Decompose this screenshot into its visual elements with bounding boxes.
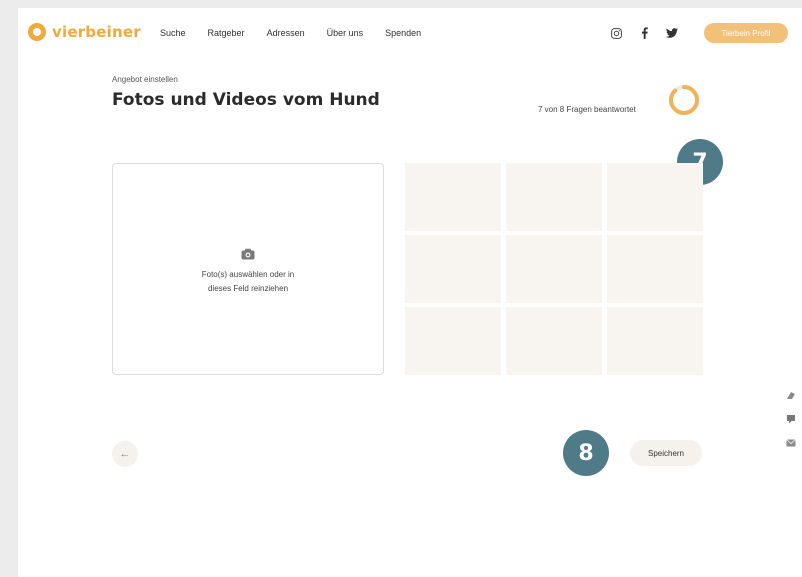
twitter-icon[interactable]	[664, 26, 680, 40]
feedback-icon	[787, 415, 795, 424]
side-tab-feedback[interactable]	[780, 408, 802, 430]
breadcrumb: Angebot einstellen	[112, 75, 178, 84]
photo-slot	[607, 235, 703, 303]
side-tab-mail[interactable]	[780, 432, 802, 454]
logo[interactable]: vierbeiner	[28, 23, 141, 41]
facebook-icon[interactable]	[636, 26, 652, 40]
photo-slot	[506, 163, 602, 231]
paw-logo-icon	[28, 23, 46, 41]
back-button[interactable]: ←	[112, 441, 138, 467]
photo-slot	[405, 163, 501, 231]
photo-slot	[405, 307, 501, 375]
nav-item-suche[interactable]: Suche	[160, 28, 186, 38]
nav-item-adressen[interactable]: Adressen	[267, 28, 305, 38]
page-title: Fotos und Videos vom Hund	[112, 90, 380, 110]
photo-slot	[607, 163, 703, 231]
photo-preview-grid	[405, 163, 703, 375]
save-button[interactable]: Speichern	[630, 440, 702, 466]
photo-slot	[506, 307, 602, 375]
main-nav: Suche Ratgeber Adressen Über uns Spenden	[160, 28, 443, 38]
side-tab-paw[interactable]	[780, 384, 802, 406]
instagram-icon[interactable]	[608, 26, 624, 40]
progress-text: 7 von 8 Fragen beantwortet	[538, 105, 636, 114]
upload-hint-line-1: Foto(s) auswählen oder in	[201, 270, 295, 279]
photo-slot	[405, 235, 501, 303]
upload-hint: Foto(s) auswählen oder in dieses Feld re…	[173, 268, 323, 296]
annotation-marker-8: 8	[563, 430, 609, 476]
profile-button[interactable]: Tierbein Profil	[704, 23, 788, 43]
progress-ring	[669, 85, 699, 115]
nav-item-ueber-uns[interactable]: Über uns	[327, 28, 364, 38]
site-header: vierbeiner Suche Ratgeber Adressen Über …	[18, 8, 802, 58]
paw-icon	[787, 392, 795, 399]
photo-upload-dropzone[interactable]: Foto(s) auswählen oder in dieses Feld re…	[112, 163, 384, 375]
nav-item-spenden[interactable]: Spenden	[385, 28, 421, 38]
upload-hint-line-2: dieses Feld reinziehen	[207, 284, 289, 293]
social-links	[608, 26, 692, 40]
camera-icon	[241, 248, 255, 260]
mail-icon	[786, 439, 796, 447]
page: vierbeiner Suche Ratgeber Adressen Über …	[18, 8, 802, 577]
photo-slot	[506, 235, 602, 303]
brand-name: vierbeiner	[52, 23, 141, 41]
nav-item-ratgeber[interactable]: Ratgeber	[208, 28, 245, 38]
arrow-left-icon: ←	[119, 448, 131, 460]
photo-slot	[607, 307, 703, 375]
